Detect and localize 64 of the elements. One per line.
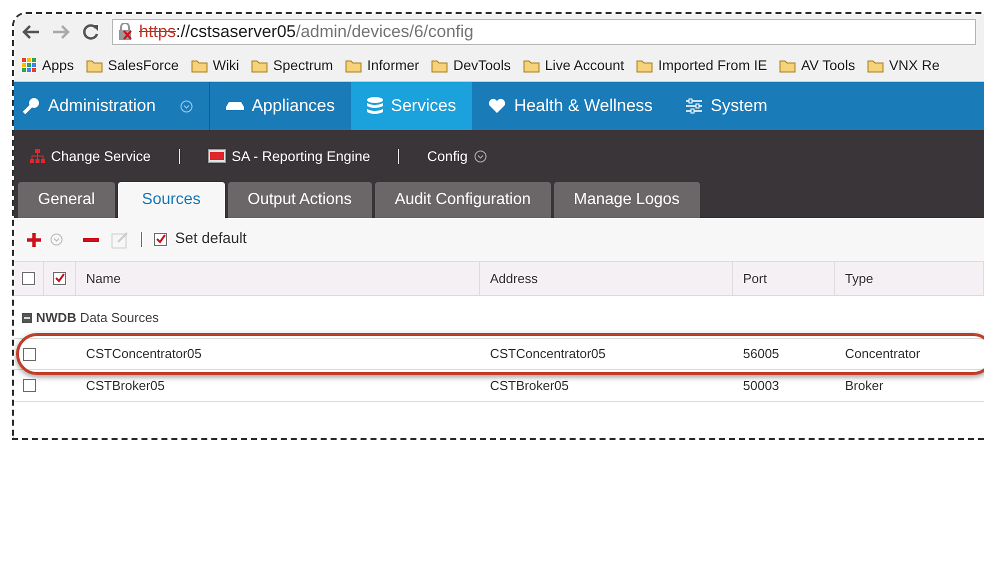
appliance-icon [226, 100, 244, 112]
folder-icon [86, 58, 103, 72]
checkbox[interactable] [154, 233, 167, 246]
add-icon [26, 232, 42, 248]
engine-badge-icon [208, 149, 226, 163]
tab[interactable]: General [18, 182, 115, 218]
table-cell-text: 56005 [743, 345, 780, 364]
checkbox-label[interactable]: Set default [175, 228, 247, 251]
dropdown-icon [50, 233, 63, 246]
folder-icon [867, 58, 884, 72]
tab[interactable]: Sources [118, 182, 225, 218]
bookmark-item[interactable]: DevTools [431, 55, 511, 76]
bookmark-item[interactable]: Spectrum [251, 55, 334, 76]
folder-icon [251, 58, 268, 72]
column-header[interactable]: Port [743, 268, 767, 288]
back-icon [22, 24, 40, 40]
heart-icon [488, 98, 506, 114]
folder-icon [345, 58, 362, 72]
default-checkbox[interactable] [53, 272, 66, 285]
tab[interactable]: Manage Logos [554, 182, 700, 218]
sliders-icon [684, 98, 703, 114]
database-icon [366, 97, 383, 115]
folder-icon [190, 58, 208, 72]
network-icon [30, 149, 45, 163]
table-cell-text: CSTConcentrator05 [86, 345, 202, 364]
folder-icon [431, 58, 448, 72]
group-label[interactable]: NWDB Data Sources [36, 308, 159, 328]
select-all-checkbox[interactable] [22, 272, 35, 285]
row-checkbox[interactable] [22, 379, 36, 392]
column-header[interactable]: Address [490, 268, 538, 288]
remove-icon [83, 238, 99, 242]
table-cell-text: Broker [845, 376, 884, 395]
bookmark-item[interactable]: Apps [22, 55, 74, 76]
service-link[interactable]: Config [427, 146, 487, 166]
table-cell-text: 50003 [743, 376, 780, 395]
table-cell-text: CSTConcentrator05 [490, 345, 606, 364]
dropdown-icon [474, 150, 487, 162]
address-field[interactable]: https://cstsaserver05/admin/devices/6/config [112, 19, 976, 45]
bookmark-item[interactable]: Wiki [190, 55, 240, 76]
folder-icon [779, 58, 796, 72]
tab[interactable]: Output Actions [228, 182, 372, 218]
tab[interactable]: Audit Configuration [374, 182, 551, 218]
column-header[interactable]: Type [845, 268, 874, 288]
edit-icon [111, 230, 129, 248]
column-header[interactable]: Name [86, 268, 121, 288]
wrench-icon [22, 97, 40, 115]
table-cell-text: CSTBroker05 [490, 376, 569, 395]
folder-icon [636, 58, 654, 72]
table-cell-text: Concentrator [845, 345, 920, 364]
service-link[interactable]: SA - Reporting Engine [208, 146, 370, 166]
bookmark-item[interactable]: Imported From IE [636, 55, 768, 76]
service-link[interactable]: Change Service [30, 146, 151, 166]
bookmark-item[interactable]: AV Tools [779, 55, 856, 76]
forward-icon [52, 24, 70, 40]
bookmark-item[interactable]: VNX Re [867, 55, 940, 76]
row-checkbox[interactable] [22, 348, 36, 360]
folder-icon [522, 58, 540, 72]
bookmark-item[interactable]: Live Account [522, 55, 624, 76]
reload-icon [82, 23, 100, 41]
bookmark-item[interactable]: SalesForce [86, 55, 179, 76]
apps-grid-icon [22, 58, 37, 73]
table-cell-text: CSTBroker05 [86, 376, 165, 395]
url-text: https://cstsaserver05/admin/devices/6/config [139, 21, 474, 44]
bookmark-item[interactable]: Informer [345, 55, 420, 76]
